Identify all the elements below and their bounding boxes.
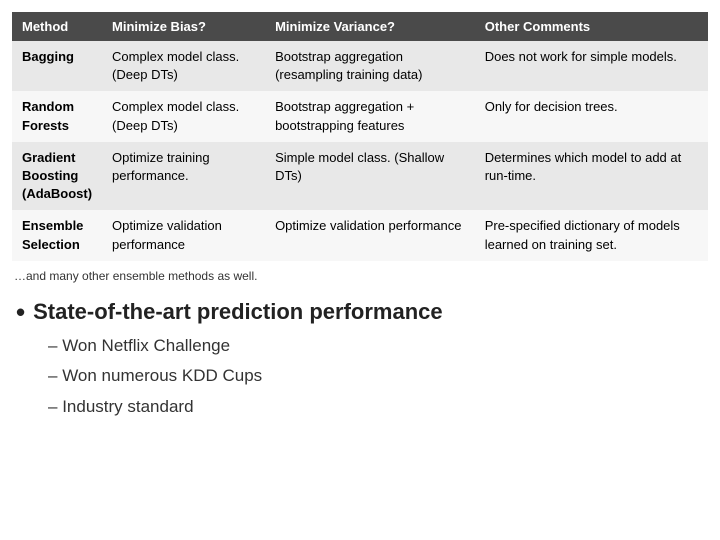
sub-list: Won Netflix ChallengeWon numerous KDD Cu… — [16, 331, 708, 423]
cell-minimize-bias: Optimize validation performance — [102, 210, 265, 260]
table-row: RandomForestsComplex model class. (Deep … — [12, 91, 708, 141]
table-row: GradientBoosting(AdaBoost)Optimize train… — [12, 142, 708, 211]
cell-minimize-variance: Optimize validation performance — [265, 210, 475, 260]
sub-list-item: Industry standard — [48, 392, 708, 423]
cell-method: GradientBoosting(AdaBoost) — [12, 142, 102, 211]
sub-list-item: Won Netflix Challenge — [48, 331, 708, 362]
cell-other-comments: Determines which model to add at run-tim… — [475, 142, 708, 211]
table-row: EnsembleSelectionOptimize validation per… — [12, 210, 708, 260]
cell-minimize-bias: Complex model class. (Deep DTs) — [102, 41, 265, 91]
comparison-table: Method Minimize Bias? Minimize Variance?… — [12, 12, 708, 261]
cell-minimize-variance: Bootstrap aggregation (resampling traini… — [265, 41, 475, 91]
bullet-main-text: State-of-the-art prediction performance — [33, 299, 443, 325]
cell-other-comments: Does not work for simple models. — [475, 41, 708, 91]
sub-list-item: Won numerous KDD Cups — [48, 361, 708, 392]
col-header-minimize-variance: Minimize Variance? — [265, 12, 475, 41]
col-header-minimize-bias: Minimize Bias? — [102, 12, 265, 41]
col-header-method: Method — [12, 12, 102, 41]
cell-minimize-variance: Simple model class. (Shallow DTs) — [265, 142, 475, 211]
cell-method: Bagging — [12, 41, 102, 91]
table-header-row: Method Minimize Bias? Minimize Variance?… — [12, 12, 708, 41]
bullet-section: • State-of-the-art prediction performanc… — [16, 299, 708, 423]
bullet-dot: • — [16, 299, 25, 325]
cell-minimize-variance: Bootstrap aggregation + bootstrapping fe… — [265, 91, 475, 141]
cell-method: RandomForests — [12, 91, 102, 141]
cell-other-comments: Pre-specified dictionary of models learn… — [475, 210, 708, 260]
cell-other-comments: Only for decision trees. — [475, 91, 708, 141]
bullet-main: • State-of-the-art prediction performanc… — [16, 299, 708, 325]
cell-method: EnsembleSelection — [12, 210, 102, 260]
cell-minimize-bias: Complex model class. (Deep DTs) — [102, 91, 265, 141]
cell-minimize-bias: Optimize training performance. — [102, 142, 265, 211]
footer-note: …and many other ensemble methods as well… — [14, 269, 708, 283]
table-row: BaggingComplex model class. (Deep DTs)Bo… — [12, 41, 708, 91]
col-header-other-comments: Other Comments — [475, 12, 708, 41]
